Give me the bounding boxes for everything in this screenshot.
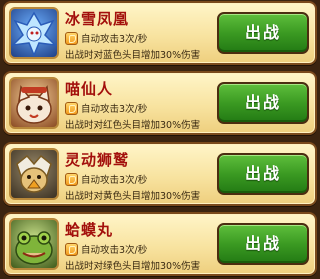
deploy-button[interactable]: 出战 bbox=[217, 12, 309, 54]
skill-row: 自动攻击3次/秒 bbox=[65, 242, 147, 256]
deploy-button[interactable]: 出战 bbox=[217, 82, 309, 124]
skill-icon bbox=[65, 31, 78, 45]
bonus-text: 出战时对黄色头目增加30%伤害 bbox=[65, 191, 201, 202]
ice-phoenix-icon bbox=[9, 7, 59, 59]
skill-row: 自动攻击3次/秒 bbox=[65, 172, 147, 186]
pet-card: 蛤蟆丸 自动攻击3次/秒 出战时对绿色头目增加30%伤害 出战 bbox=[3, 212, 317, 276]
skill-row: 自动攻击3次/秒 bbox=[65, 101, 147, 115]
deploy-button[interactable]: 出战 bbox=[217, 153, 309, 195]
pet-name: 灵动狮鹫 bbox=[65, 151, 130, 169]
toad-icon bbox=[9, 218, 59, 270]
pet-name: 蛤蟆丸 bbox=[65, 221, 114, 239]
skill-text: 自动攻击3次/秒 bbox=[81, 34, 148, 45]
bonus-text: 出战时对绿色头目增加30%伤害 bbox=[65, 261, 201, 272]
skill-icon bbox=[65, 101, 78, 115]
skill-text: 自动攻击3次/秒 bbox=[81, 175, 148, 186]
skill-icon bbox=[65, 242, 78, 256]
deploy-button[interactable]: 出战 bbox=[217, 223, 309, 265]
skill-text: 自动攻击3次/秒 bbox=[81, 104, 148, 115]
pet-list: 冰雪凤凰 自动攻击3次/秒 出战时对蓝色头目增加30%伤害 出战 喵仙人 自动攻… bbox=[0, 0, 320, 279]
skill-text: 自动攻击3次/秒 bbox=[81, 245, 148, 256]
pet-card: 冰雪凤凰 自动攻击3次/秒 出战时对蓝色头目增加30%伤害 出战 bbox=[3, 1, 317, 65]
bonus-text: 出战时对红色头目增加30%伤害 bbox=[65, 120, 201, 131]
pet-name: 喵仙人 bbox=[65, 80, 114, 98]
pet-card: 喵仙人 自动攻击3次/秒 出战时对红色头目增加30%伤害 出战 bbox=[3, 71, 317, 135]
bonus-text: 出战时对蓝色头目增加30%伤害 bbox=[65, 50, 201, 61]
pet-name: 冰雪凤凰 bbox=[65, 10, 130, 28]
griffin-icon bbox=[9, 148, 59, 200]
pet-card: 灵动狮鹫 自动攻击3次/秒 出战时对黄色头目增加30%伤害 出战 bbox=[3, 142, 317, 206]
skill-icon bbox=[65, 172, 78, 186]
cat-sage-icon bbox=[9, 77, 59, 129]
skill-row: 自动攻击3次/秒 bbox=[65, 31, 147, 45]
